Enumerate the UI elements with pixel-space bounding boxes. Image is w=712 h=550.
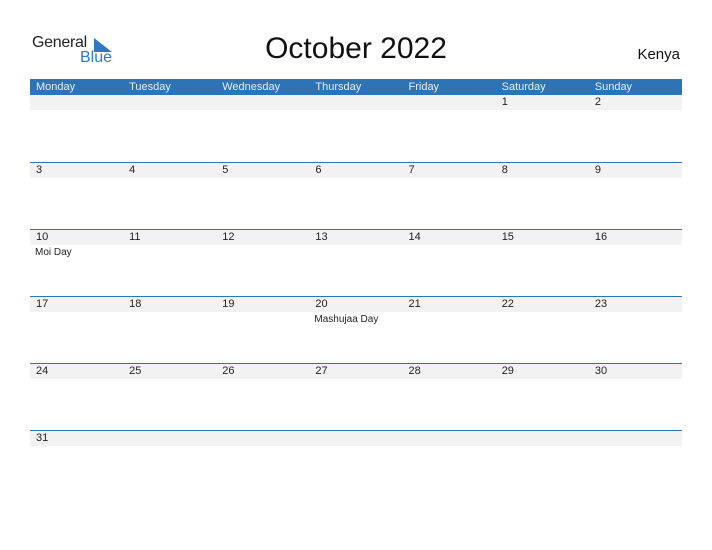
- day-number: 1: [501, 96, 508, 108]
- holiday-label: Mashujaa Day: [314, 314, 379, 325]
- day-cell[interactable]: 2: [589, 95, 682, 155]
- day-cell[interactable]: 28: [403, 364, 496, 424]
- day-cell[interactable]: [30, 95, 123, 155]
- week-row: 17 18 19 20 Mashujaa Day 21 22 23: [30, 296, 682, 363]
- day-number: 5: [222, 164, 229, 176]
- day-cell[interactable]: 7: [403, 163, 496, 223]
- day-number: 6: [315, 164, 322, 176]
- day-number: 27: [315, 365, 328, 377]
- day-cell[interactable]: 20 Mashujaa Day: [309, 297, 402, 357]
- day-cell[interactable]: [309, 431, 402, 491]
- day-number: 20: [315, 298, 328, 310]
- day-cell[interactable]: [589, 431, 682, 491]
- week-row: 31: [30, 430, 682, 497]
- day-number: 26: [222, 365, 235, 377]
- day-number: 25: [129, 365, 142, 377]
- day-number: 24: [36, 365, 49, 377]
- day-number: 7: [408, 164, 415, 176]
- day-cell[interactable]: 19: [216, 297, 309, 357]
- day-number: 13: [315, 231, 328, 243]
- day-cell[interactable]: 10 Moi Day: [30, 230, 123, 290]
- day-cell[interactable]: 6: [309, 163, 402, 223]
- day-cell[interactable]: 17: [30, 297, 123, 357]
- day-cell[interactable]: 23: [589, 297, 682, 357]
- weekday-sunday: Sunday: [594, 81, 633, 93]
- day-cell[interactable]: 29: [496, 364, 589, 424]
- day-cell[interactable]: [123, 431, 216, 491]
- day-cell[interactable]: 15: [496, 230, 589, 290]
- day-cell[interactable]: [496, 431, 589, 491]
- weekday-friday: Friday: [408, 81, 440, 93]
- day-cell[interactable]: 31: [30, 431, 123, 491]
- day-number: 21: [408, 298, 421, 310]
- day-number: 15: [501, 231, 514, 243]
- day-cell[interactable]: 21: [403, 297, 496, 357]
- day-number: 29: [501, 365, 514, 377]
- weekday-saturday: Saturday: [501, 81, 546, 93]
- page-title: October 2022: [265, 32, 447, 65]
- day-cell[interactable]: 22: [496, 297, 589, 357]
- day-number: 4: [129, 164, 136, 176]
- day-cell[interactable]: 30: [589, 364, 682, 424]
- week-row: 12: [30, 95, 682, 162]
- day-cell[interactable]: [123, 95, 216, 155]
- day-number: 16: [594, 231, 608, 243]
- week-row: 10 Moi Day 11 12 13 14 15 16: [30, 229, 682, 296]
- day-cell[interactable]: [309, 95, 402, 155]
- calendar-grid: Monday Tuesday Wednesday Thursday Friday…: [30, 79, 682, 446]
- country-label: Kenya: [637, 46, 680, 63]
- day-number: 10: [36, 231, 49, 243]
- day-cell[interactable]: 9: [589, 163, 682, 223]
- day-cell[interactable]: 11: [123, 230, 216, 290]
- day-cell[interactable]: 4: [123, 163, 216, 223]
- day-number: 9: [594, 164, 601, 176]
- day-cell[interactable]: 8: [496, 163, 589, 223]
- day-number: 17: [36, 298, 49, 310]
- weekday-thursday: Thursday: [315, 81, 362, 93]
- holiday-label: Moi Day: [35, 247, 72, 258]
- day-cell[interactable]: [216, 431, 309, 491]
- day-cell[interactable]: [403, 95, 496, 155]
- day-cell[interactable]: 3: [30, 163, 123, 223]
- day-number: 3: [36, 164, 43, 176]
- day-number: 12: [222, 231, 235, 243]
- day-number: 2: [594, 96, 601, 108]
- day-number: 8: [501, 164, 508, 176]
- day-cell[interactable]: 14: [403, 230, 496, 290]
- day-cell[interactable]: 1: [496, 95, 589, 155]
- day-cell[interactable]: [216, 95, 309, 155]
- day-cell[interactable]: 13: [309, 230, 402, 290]
- day-number: 28: [408, 365, 421, 377]
- weekday-wednesday: Wednesday: [222, 81, 281, 93]
- day-number: 19: [222, 298, 235, 310]
- day-cell[interactable]: 16: [589, 230, 682, 290]
- weekday-monday: Monday: [36, 81, 76, 93]
- day-number: 30: [594, 365, 608, 377]
- day-cell[interactable]: 24: [30, 364, 123, 424]
- day-number: 22: [501, 298, 514, 310]
- day-cell[interactable]: [403, 431, 496, 491]
- day-number: 23: [594, 298, 608, 310]
- day-cell[interactable]: 26: [216, 364, 309, 424]
- weekday-header: Monday Tuesday Wednesday Thursday Friday…: [30, 79, 682, 96]
- day-cell[interactable]: 18: [123, 297, 216, 357]
- day-cell[interactable]: 5: [216, 163, 309, 223]
- day-cell[interactable]: 25: [123, 364, 216, 424]
- day-cell[interactable]: 12: [216, 230, 309, 290]
- week-row: 24 25 26 27 28 29 30: [30, 363, 682, 430]
- weekday-tuesday: Tuesday: [129, 81, 171, 93]
- day-number: 11: [129, 231, 141, 243]
- day-number: 31: [36, 432, 49, 444]
- day-cell[interactable]: 27: [309, 364, 402, 424]
- day-number: 14: [408, 231, 421, 243]
- week-row: 3 4 5 6 7 8 9: [30, 162, 682, 229]
- day-number: 18: [129, 298, 142, 310]
